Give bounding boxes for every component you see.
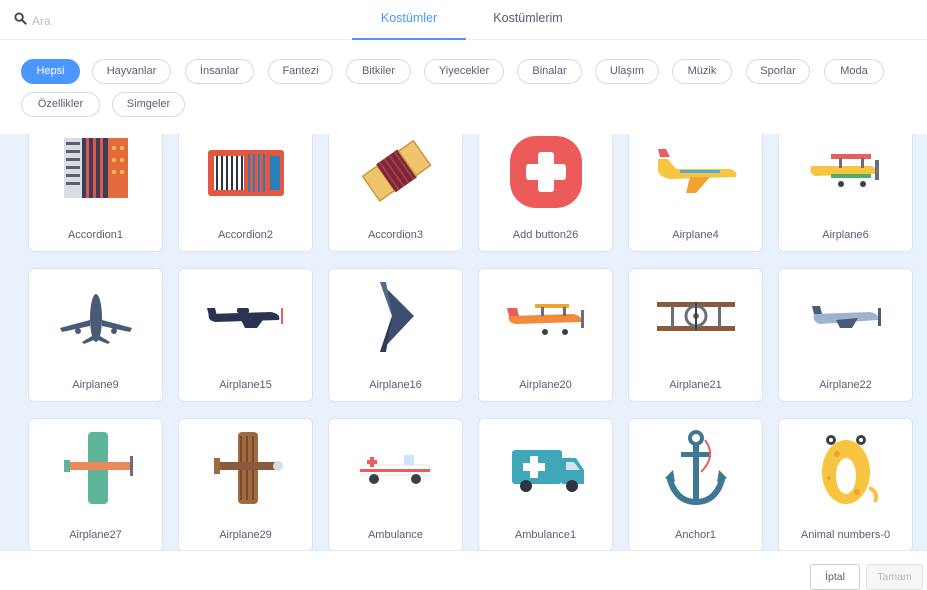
costume-card[interactable]: Airplane22 [778, 268, 913, 402]
biplane-icon [779, 134, 912, 217]
fighter-plane-icon [179, 269, 312, 367]
anchor-icon [629, 419, 762, 517]
biplane-topdown-icon [29, 419, 162, 517]
costume-label: Airplane22 [819, 379, 872, 391]
costume-label: Airplane16 [369, 379, 422, 391]
costume-label: Airplane21 [669, 379, 722, 391]
costume-label: Airplane4 [672, 229, 719, 241]
filter-music[interactable]: Müzik [672, 59, 732, 84]
filter-fantasy[interactable]: Fantezi [268, 59, 333, 84]
filter-animals[interactable]: Hayvanlar [92, 59, 171, 84]
filter-symbols[interactable]: Simgeler [112, 92, 185, 117]
biplane-icon [629, 269, 762, 367]
costume-card[interactable]: Animal numbers-0 [778, 418, 913, 550]
costume-label: Airplane29 [219, 529, 272, 541]
costume-card[interactable]: Airplane9 [28, 268, 163, 402]
costume-card[interactable]: Accordion2 [178, 134, 313, 252]
costume-grid: Accordion1 Accordion2 Accordion3 Add but… [0, 134, 927, 550]
tab-my-costumes[interactable]: Kostümlerim [478, 0, 578, 40]
filter-transport[interactable]: Ulaşım [595, 59, 659, 84]
costume-card[interactable]: Accordion1 [28, 134, 163, 252]
filter-features[interactable]: Özellikler [21, 92, 100, 117]
stealth-bomber-icon [329, 269, 462, 367]
airplane-icon [779, 269, 912, 367]
costume-card[interactable]: Airplane15 [178, 268, 313, 402]
cancel-button[interactable]: İptal [810, 564, 860, 590]
costume-label: Airplane9 [72, 379, 119, 391]
costume-card[interactable]: Add button26 [478, 134, 613, 252]
done-button[interactable]: Tamam [866, 564, 923, 590]
costume-label: Ambulance [367, 529, 424, 541]
biplane-topdown-icon [179, 419, 312, 517]
tab-costumes[interactable]: Kostümler [352, 0, 466, 40]
costume-card[interactable]: Airplane16 [328, 268, 463, 402]
costume-label: Accordion2 [217, 229, 274, 241]
costume-label: Accordion3 [367, 229, 424, 241]
search-box[interactable] [14, 9, 214, 33]
ambulance-icon [329, 419, 462, 517]
filter-fashion[interactable]: Moda [824, 59, 884, 84]
costume-label: Add button26 [512, 229, 579, 241]
filter-buildings[interactable]: Binalar [517, 59, 582, 84]
costume-label: Airplane20 [519, 379, 572, 391]
biplane-icon [479, 269, 612, 367]
filter-sports[interactable]: Sporlar [746, 59, 810, 84]
costume-card[interactable]: Ambulance1 [478, 418, 613, 550]
accordion-icon [329, 134, 462, 217]
jet-icon [29, 269, 162, 367]
costume-card[interactable]: Airplane21 [628, 268, 763, 402]
costume-label: Airplane27 [69, 529, 122, 541]
filter-food[interactable]: Yiyecekler [424, 59, 504, 84]
costume-label: Ambulance1 [514, 529, 577, 541]
costume-card[interactable]: Accordion3 [328, 134, 463, 252]
accordion-icon [179, 134, 312, 217]
costume-card[interactable]: Ambulance [328, 418, 463, 550]
costume-label: Accordion1 [67, 229, 124, 241]
filter-people[interactable]: İnsanlar [185, 59, 254, 84]
accordion-icon [29, 134, 162, 217]
search-icon [14, 12, 27, 30]
airplane-icon [629, 134, 762, 217]
category-filters: Hepsi Hayvanlar İnsanlar Fantezi Bitkile… [0, 41, 927, 134]
costume-card[interactable]: Airplane6 [778, 134, 913, 252]
filter-all[interactable]: Hepsi [21, 59, 80, 84]
costume-label: Airplane6 [822, 229, 869, 241]
costume-label: Airplane15 [219, 379, 272, 391]
animal-number-zero-icon [779, 419, 912, 517]
costume-card[interactable]: Airplane27 [28, 418, 163, 550]
costume-card[interactable]: Airplane4 [628, 134, 763, 252]
costume-label: Animal numbers-0 [800, 529, 891, 541]
dialog-footer: İptal Tamam [0, 550, 927, 590]
top-bar: Kostümler Kostümlerim [0, 0, 927, 40]
add-button-icon [479, 134, 612, 217]
filter-plants[interactable]: Bitkiler [346, 59, 411, 84]
costume-card[interactable]: Airplane20 [478, 268, 613, 402]
ambulance-icon [479, 419, 612, 517]
search-input[interactable] [32, 14, 202, 28]
costume-card[interactable]: Airplane29 [178, 418, 313, 550]
costume-label: Anchor1 [675, 529, 716, 541]
costume-card[interactable]: Anchor1 [628, 418, 763, 550]
